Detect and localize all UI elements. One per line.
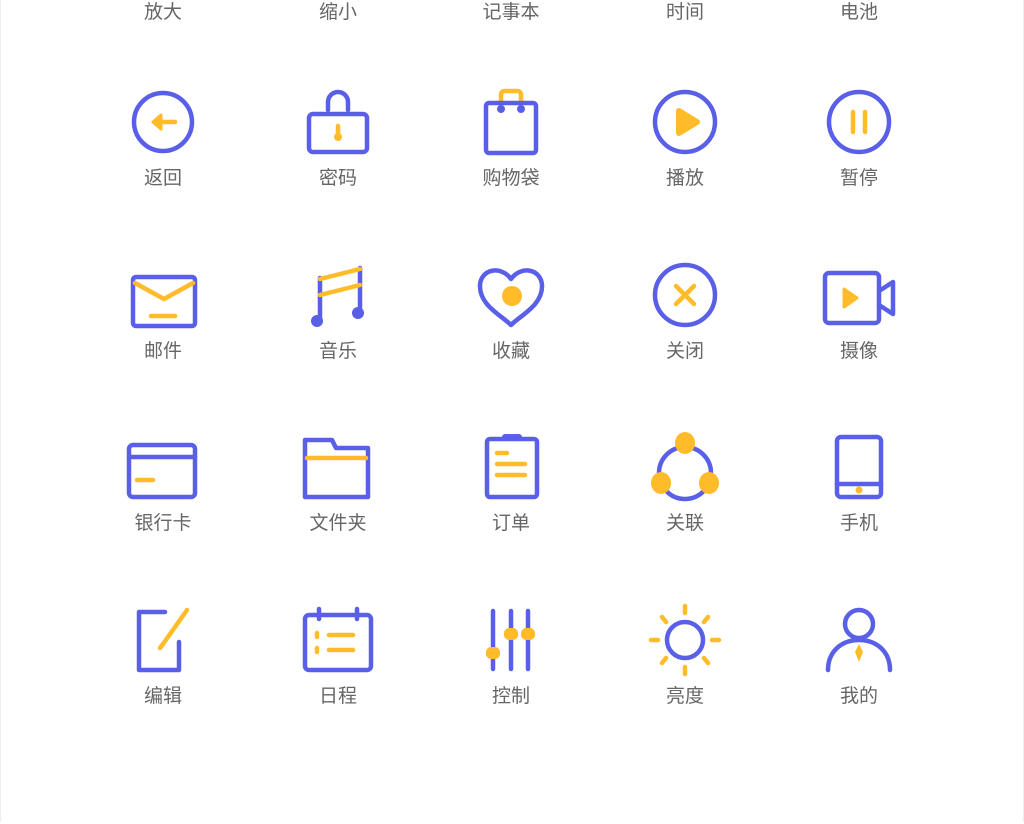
icon-tile: 音乐 <box>251 255 425 405</box>
relation-icon <box>651 432 719 502</box>
user-icon <box>825 607 893 673</box>
icon-label: 手机 <box>839 512 878 534</box>
icon-label: 亮度 <box>665 685 704 707</box>
icon-tile: 编辑 <box>76 600 250 750</box>
schedule-icon <box>302 606 374 673</box>
order-icon <box>484 434 540 500</box>
heart-icon <box>477 268 545 328</box>
icon-tile: 控制 <box>424 600 598 750</box>
icon-label: 关闭 <box>665 340 704 362</box>
icon-label: 日程 <box>318 685 357 707</box>
icon-tile: 播放 <box>598 82 772 232</box>
icon-label: 编辑 <box>143 685 182 707</box>
edit-icon <box>136 607 190 673</box>
control-icon <box>486 608 535 672</box>
icon-label: 播放 <box>665 167 704 189</box>
icon-label: 我的 <box>839 685 878 707</box>
top-row-label: 记事本 <box>482 1 540 23</box>
icon-label: 摄像 <box>839 340 878 362</box>
top-row-label: 时间 <box>665 1 704 23</box>
top-row-label: 缩小 <box>318 1 357 23</box>
pause-icon <box>826 89 892 155</box>
icon-label: 收藏 <box>491 340 530 362</box>
icon-tile: 亮度 <box>598 600 772 750</box>
top-row-label: 电池 <box>839 1 878 23</box>
icon-tile: 密码 <box>251 82 425 232</box>
mail-icon <box>130 274 198 329</box>
icon-tile: 日程 <box>251 600 425 750</box>
icon-sheet: 放大 缩小 记事本 时间 电池返回 密码 购物袋 播放 暂停邮件 音乐 收藏 关闭 摄像银行卡 文件夹 订单… <box>0 0 1024 822</box>
camera-icon <box>822 270 896 326</box>
icon-tile: 关闭 <box>598 255 772 405</box>
icon-tile: 银行卡 <box>76 427 250 577</box>
icon-label: 银行卡 <box>134 512 192 534</box>
icon-tile: 邮件 <box>76 255 250 405</box>
icon-label: 返回 <box>143 167 182 189</box>
lock-icon <box>306 89 370 155</box>
icon-tile: 我的 <box>772 600 946 750</box>
close-icon <box>652 262 718 328</box>
icon-tile: 返回 <box>76 82 250 232</box>
icon-tile: 手机 <box>772 427 946 577</box>
back-icon <box>131 90 195 154</box>
icon-tile: 关联 <box>598 427 772 577</box>
folder-icon <box>302 437 371 500</box>
icon-label: 邮件 <box>143 340 182 362</box>
icon-tile: 摄像 <box>772 255 946 405</box>
shopping-bag-icon <box>483 88 539 156</box>
bank-card-icon <box>126 442 198 500</box>
icon-tile: 购物袋 <box>424 82 598 232</box>
icon-tile: 文件夹 <box>251 427 425 577</box>
icon-tile: 收藏 <box>424 255 598 405</box>
icon-label: 购物袋 <box>482 167 540 189</box>
phone-icon <box>834 434 884 500</box>
icon-label: 密码 <box>318 167 357 189</box>
icon-label: 文件夹 <box>309 512 367 534</box>
icon-label: 音乐 <box>318 340 357 362</box>
top-row-label: 放大 <box>143 1 182 23</box>
music-icon <box>311 265 364 327</box>
icon-label: 暂停 <box>839 167 878 189</box>
brightness-icon <box>648 603 722 677</box>
icon-label: 关联 <box>665 512 704 534</box>
icon-label: 订单 <box>491 512 530 534</box>
icon-tile: 暂停 <box>772 82 946 232</box>
icon-label: 控制 <box>491 685 530 707</box>
play-icon <box>652 89 718 155</box>
icon-tile: 订单 <box>424 427 598 577</box>
